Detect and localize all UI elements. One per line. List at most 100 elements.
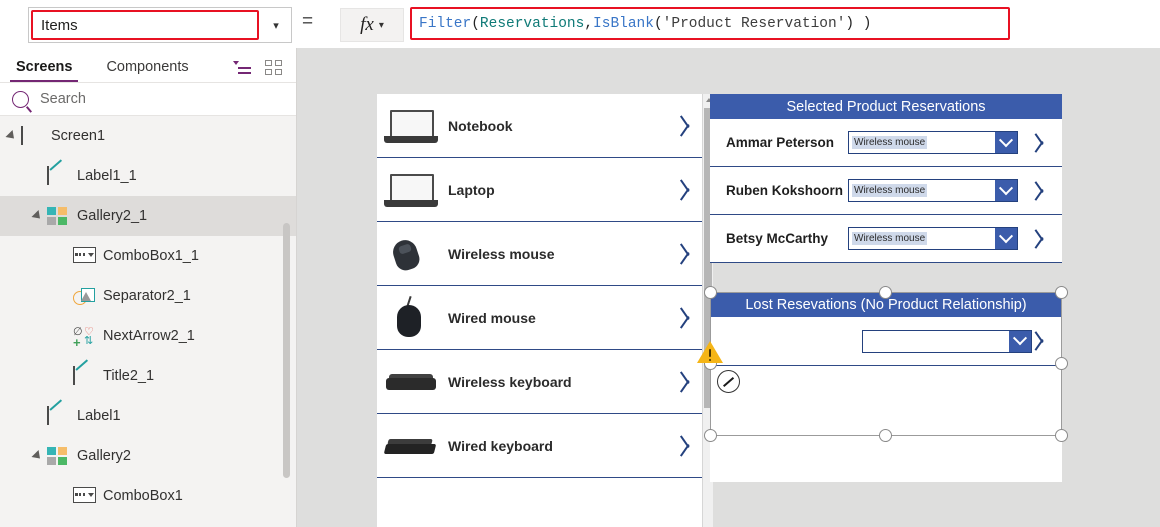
tree-item-combobox1_1[interactable]: ComboBox1_1	[0, 236, 296, 276]
chevron-down-icon[interactable]	[995, 180, 1017, 201]
next-arrow-icon[interactable]	[1040, 228, 1054, 250]
next-arrow-icon[interactable]	[686, 370, 701, 394]
tree-item-label: ComboBox1_1	[103, 248, 199, 264]
tree-item-label: Label1_1	[77, 168, 137, 184]
next-arrow-icon[interactable]	[686, 242, 701, 266]
shapes-icon	[73, 287, 95, 306]
fx-button[interactable]: fx ▾	[340, 8, 404, 42]
product-name: Notebook	[448, 117, 513, 134]
next-arrow-icon[interactable]	[1040, 330, 1054, 352]
list-item[interactable]: Notebook	[377, 94, 713, 158]
property-selector[interactable]: Items ▾	[28, 7, 292, 43]
tree-item-title2_1[interactable]: Title2_1	[0, 356, 296, 396]
view-toggle-group	[233, 60, 282, 75]
tree-item-label: Screen1	[51, 128, 106, 144]
combobox-value: Wireless mouse	[852, 184, 928, 197]
next-arrow-icon[interactable]	[686, 178, 701, 202]
product-gallery[interactable]: Notebook Laptop Wireless mouse Wired mouse W…	[377, 94, 713, 527]
label-icon	[47, 165, 68, 186]
expander-arrow-icon[interactable]	[31, 449, 44, 463]
wireless-keyboard-thumb	[382, 360, 440, 404]
tree-item-label: ComboBox1	[103, 488, 183, 504]
chevron-down-icon[interactable]: ▾	[261, 8, 291, 42]
tree-item-gallery2[interactable]: Gallery2	[0, 436, 296, 476]
expander-arrow-icon[interactable]	[31, 209, 44, 223]
list-item[interactable]: Wireless keyboard	[377, 350, 713, 414]
formula-token: ,	[584, 15, 594, 32]
next-arrow-icon[interactable]	[1040, 180, 1054, 202]
tree-item-label: Separator2_1	[103, 288, 191, 304]
table-row[interactable]: Ruben Kokshoorn Wireless mouse	[710, 167, 1062, 215]
tree-item-label1[interactable]: Label1	[0, 396, 296, 436]
gallery-icon	[47, 446, 68, 466]
list-item[interactable]: Laptop	[377, 158, 713, 222]
panel-tabs: Screens Components	[0, 48, 296, 83]
product-name: Wireless keyboard	[448, 373, 572, 390]
chevron-down-icon[interactable]: ▾	[379, 20, 384, 31]
selected-reservations-gallery[interactable]: Selected Product Reservations Ammar Pete…	[710, 94, 1062, 263]
list-item[interactable]: Wireless mouse	[377, 222, 713, 286]
tree-item-label: Title2_1	[103, 368, 155, 384]
list-item[interactable]: Wired keyboard	[377, 414, 713, 478]
combobox-value: Wireless mouse	[852, 136, 928, 149]
tree-item-label: Gallery2	[77, 448, 131, 464]
combobox-product[interactable]: Wireless mouse	[848, 179, 1018, 202]
icons-icon: ∅ ♡ + ⇅	[73, 325, 94, 350]
tree-item-screen1[interactable]: Screen1	[0, 116, 296, 156]
search-input[interactable]: Search	[0, 83, 296, 116]
formula-token: Filter	[419, 15, 472, 32]
warning-triangle-icon[interactable]	[697, 341, 723, 364]
reservations-panel: Selected Product Reservations Ammar Pete…	[710, 94, 1062, 527]
next-arrow-icon[interactable]	[1040, 132, 1054, 154]
tree-item-label1_1[interactable]: Label1_1	[0, 156, 296, 196]
reservation-person-name: Ammar Peterson	[726, 135, 835, 150]
property-value: Items	[41, 16, 78, 34]
tree-item-nextarrow2_1[interactable]: ∅ ♡ + ⇅ NextArrow2_1	[0, 316, 296, 356]
combobox-value: Wireless mouse	[852, 232, 928, 245]
gallery-icon	[47, 206, 68, 226]
combobox-icon	[73, 486, 96, 506]
tab-components[interactable]: Components	[100, 59, 194, 82]
tree-item-separator2_1[interactable]: Separator2_1	[0, 276, 296, 316]
laptop-thumb	[382, 104, 440, 148]
tree-item-gallery2_1[interactable]: Gallery2_1	[0, 196, 296, 236]
combobox-product[interactable]: Wireless mouse	[848, 227, 1018, 250]
formula-token: IsBlank	[593, 15, 654, 32]
next-arrow-icon[interactable]	[686, 306, 701, 330]
tree-item-label: Label1	[77, 408, 121, 424]
laptop-thumb	[382, 168, 440, 212]
pencil-edit-icon[interactable]	[717, 370, 740, 393]
chevron-down-icon[interactable]	[1009, 330, 1031, 352]
property-field[interactable]: Items	[31, 10, 259, 40]
combobox-lost[interactable]	[862, 329, 1032, 353]
grid-view-icon[interactable]	[265, 60, 282, 75]
formula-bar: Items ▾ = fx ▾ Filter( Reservations, IsB…	[0, 0, 1160, 49]
combobox-product[interactable]: Wireless mouse	[848, 131, 1018, 154]
tab-components-label: Components	[106, 59, 189, 75]
wireless-mouse-thumb	[382, 232, 440, 276]
lost-reservations-title: Lost Resevations (No Product Relationshi…	[710, 292, 1062, 317]
tree-item-label: Gallery2_1	[77, 208, 148, 224]
label-icon	[47, 405, 68, 426]
next-arrow-icon[interactable]	[686, 114, 701, 138]
table-row[interactable]: Betsy McCarthy Wireless mouse	[710, 215, 1062, 263]
label-icon	[73, 365, 94, 386]
next-arrow-icon[interactable]	[686, 434, 701, 458]
tree-item-combobox1[interactable]: ComboBox1	[0, 476, 296, 516]
formula-input[interactable]: Filter( Reservations, IsBlank( 'Product …	[410, 7, 1010, 40]
app-canvas: Notebook Laptop Wireless mouse Wired mouse W…	[297, 48, 1160, 527]
table-row[interactable]: Ammar Peterson Wireless mouse	[710, 119, 1062, 167]
table-row[interactable]	[710, 317, 1062, 366]
chevron-down-icon[interactable]	[995, 132, 1017, 153]
tree-view-icon[interactable]	[233, 60, 251, 75]
lost-reservations-gallery[interactable]: Lost Resevations (No Product Relationshi…	[710, 292, 1062, 482]
formula-token: (	[653, 15, 663, 32]
expander-arrow-icon[interactable]	[5, 129, 18, 143]
list-item[interactable]: Wired mouse	[377, 286, 713, 350]
tree-scrollbar[interactable]	[283, 223, 290, 478]
reservation-person-name: Ruben Kokshoorn	[726, 183, 843, 198]
fx-icon: fx	[360, 14, 374, 35]
chevron-down-icon[interactable]	[995, 228, 1017, 249]
tab-screens[interactable]: Screens	[10, 59, 79, 82]
product-name: Wired mouse	[448, 309, 536, 326]
